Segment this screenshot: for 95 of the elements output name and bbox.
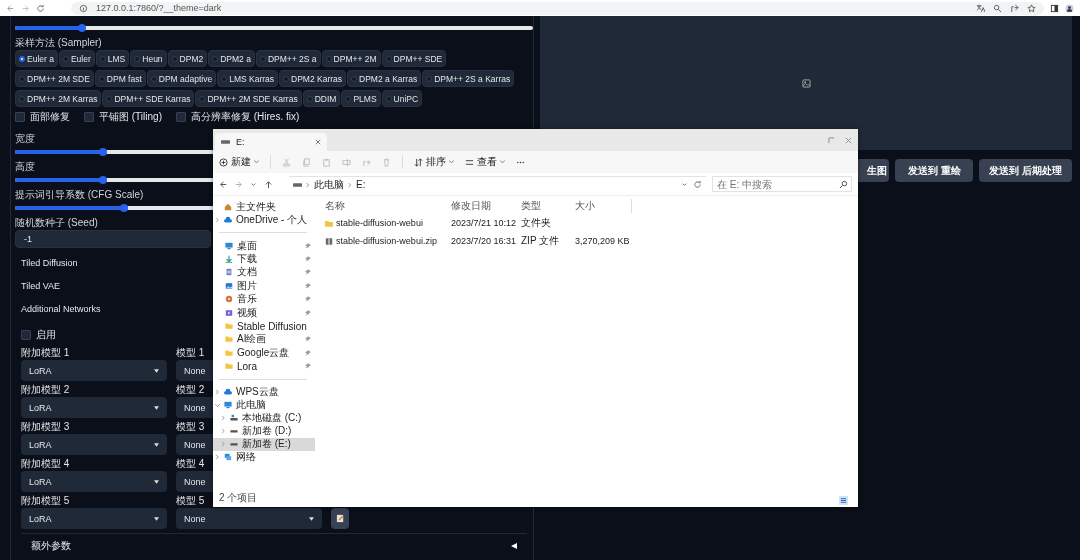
checkbox-option[interactable]: 面部修复: [15, 111, 70, 123]
tree-item[interactable]: 本地磁盘 (C:): [213, 411, 315, 425]
checkbox-option[interactable]: 高分辨率修复 (Hires. fix): [175, 111, 300, 123]
field-label: 附加模型 1: [21, 347, 70, 358]
dropdown[interactable]: LoRA: [21, 471, 167, 492]
window-tab[interactable]: E:: [215, 133, 327, 151]
file-name[interactable]: stable-diffusion-webui.zip: [336, 236, 437, 246]
sampler-option[interactable]: DPM++ 2M: [321, 50, 381, 67]
sampler-option[interactable]: DDIM: [302, 90, 341, 107]
accordion-header[interactable]: 额外参数: [21, 533, 527, 558]
slider-label: 高度: [15, 161, 35, 172]
sampler-option[interactable]: DPM++ 2S a Karras: [422, 70, 515, 87]
search-field[interactable]: 在 E: 中搜索: [712, 176, 852, 192]
field-label: 附加模型 5: [21, 495, 70, 506]
slider-label: 提示词引导系数 (CFG Scale): [15, 189, 144, 200]
file-date: 2023/7/20 16:31: [451, 236, 518, 246]
accordion-header[interactable]: Tiled Diffusion: [21, 256, 78, 271]
sampler-option[interactable]: DPM++ SDE Karras: [102, 90, 195, 107]
sampler-option[interactable]: UniPC: [381, 90, 423, 107]
new-button[interactable]: 新建: [219, 155, 259, 169]
nav-item[interactable]: Google云盘: [213, 346, 315, 360]
sort-button[interactable]: 排序: [414, 155, 454, 169]
tab-title: E:: [236, 137, 246, 147]
sampler-option[interactable]: LMS: [95, 50, 130, 67]
nav-item[interactable]: 文档: [213, 265, 315, 280]
sampler-option[interactable]: DPM++ 2M Karras: [15, 90, 102, 107]
file-date: 2023/7/21 10:12: [451, 218, 518, 228]
dropdown[interactable]: None: [176, 508, 322, 529]
accordion-header[interactable]: Additional Networks: [21, 302, 101, 317]
tree-item[interactable]: WPS云盘: [213, 385, 315, 399]
column-header[interactable]: 名称: [325, 199, 451, 213]
address-bar[interactable]: 127.0.0.1:7860/?__theme=dark: [71, 1, 1044, 15]
field-label: 随机数种子 (Seed): [15, 217, 98, 228]
field-label: 附加模型 2: [21, 384, 70, 395]
field-label: 模型 1: [176, 347, 205, 358]
column-header[interactable]: 修改日期: [451, 199, 521, 213]
breadcrumb[interactable]: 此电脑: [314, 177, 344, 192]
nav-item[interactable]: Lora: [213, 359, 315, 373]
seed-field[interactable]: -1: [15, 230, 211, 248]
view-button[interactable]: 查看: [465, 155, 505, 169]
dropdown[interactable]: LoRA: [21, 434, 167, 455]
file-name[interactable]: stable-diffusion-webui: [336, 218, 423, 228]
accordion-title: 额外参数: [31, 539, 71, 553]
nav-item[interactable]: 视频: [213, 305, 315, 320]
sampler-option[interactable]: Heun: [130, 50, 167, 67]
field-label: 附加模型 3: [21, 421, 70, 432]
sampler-option[interactable]: DPM++ SDE: [381, 50, 447, 67]
tree-item[interactable]: 新加卷 (D:): [213, 424, 315, 438]
sampler-option[interactable]: Euler: [58, 50, 95, 67]
nav-item[interactable]: Stable Diffusion: [213, 319, 315, 333]
nav-item[interactable]: 桌面: [213, 239, 315, 253]
nav-item[interactable]: 图片: [213, 279, 315, 293]
sampler-option[interactable]: DPM fast: [94, 70, 146, 87]
sampler-option[interactable]: DPM2 a: [208, 50, 255, 67]
slider-label: 宽度: [15, 133, 35, 144]
sampler-option[interactable]: Euler a: [15, 50, 58, 67]
field-label: 模型 3: [176, 421, 205, 432]
tree-item[interactable]: 新加卷 (E:): [213, 437, 315, 451]
sampler-option[interactable]: DPM2 Karras: [279, 70, 347, 87]
checkbox-option[interactable]: 启用: [21, 329, 56, 341]
sampler-option[interactable]: DPM2 a Karras: [347, 70, 422, 87]
sampler-option[interactable]: LMS Karras: [217, 70, 279, 87]
column-header[interactable]: 大小: [575, 199, 632, 213]
breadcrumb[interactable]: E:: [356, 179, 366, 190]
nav-item[interactable]: OneDrive - 个人: [213, 213, 315, 226]
field-label: 采样方法 (Sampler): [15, 37, 102, 48]
field-label: 模型 4: [176, 458, 205, 469]
nav-item[interactable]: AI绘画: [213, 332, 315, 347]
send-button[interactable]: 发送到 重绘: [895, 159, 974, 182]
sampler-option[interactable]: DPM++ 2M SDE: [15, 70, 94, 87]
dropdown[interactable]: LoRA: [21, 360, 167, 381]
field-label: 模型 5: [176, 495, 205, 506]
nav-item[interactable]: 音乐: [213, 292, 315, 306]
sampler-option[interactable]: DPM++ 2M SDE Karras: [195, 90, 302, 107]
file-type: 文件夹: [521, 216, 552, 230]
checkbox-option[interactable]: 平铺图 (Tiling): [84, 111, 162, 123]
file-type: ZIP 文件: [521, 234, 561, 248]
tree-item[interactable]: 此电脑: [213, 398, 315, 412]
field-label: 附加模型 4: [21, 458, 70, 469]
column-header[interactable]: 类型: [521, 199, 575, 213]
sampler-option[interactable]: DPM++ 2S a: [255, 50, 321, 67]
file-size: 3,270,209 KB: [575, 236, 631, 246]
dropdown[interactable]: LoRA: [21, 397, 167, 418]
sampler-option[interactable]: DPM adaptive: [146, 70, 217, 87]
tree-item[interactable]: 网络: [213, 450, 315, 464]
dropdown[interactable]: LoRA: [21, 508, 167, 529]
accordion-header[interactable]: Tiled VAE: [21, 279, 60, 294]
sampler-option[interactable]: DPM2: [167, 50, 208, 67]
nav-item[interactable]: 主文件夹: [213, 200, 315, 213]
sampler-option[interactable]: PLMS: [341, 90, 381, 107]
address-field[interactable]: 此电脑 E:: [289, 175, 706, 193]
send-button[interactable]: 发送到 后期处理: [979, 159, 1072, 182]
field-label: 模型 2: [176, 384, 205, 395]
nav-item[interactable]: 下载: [213, 252, 315, 266]
status-text: 2 个项目: [218, 491, 259, 505]
